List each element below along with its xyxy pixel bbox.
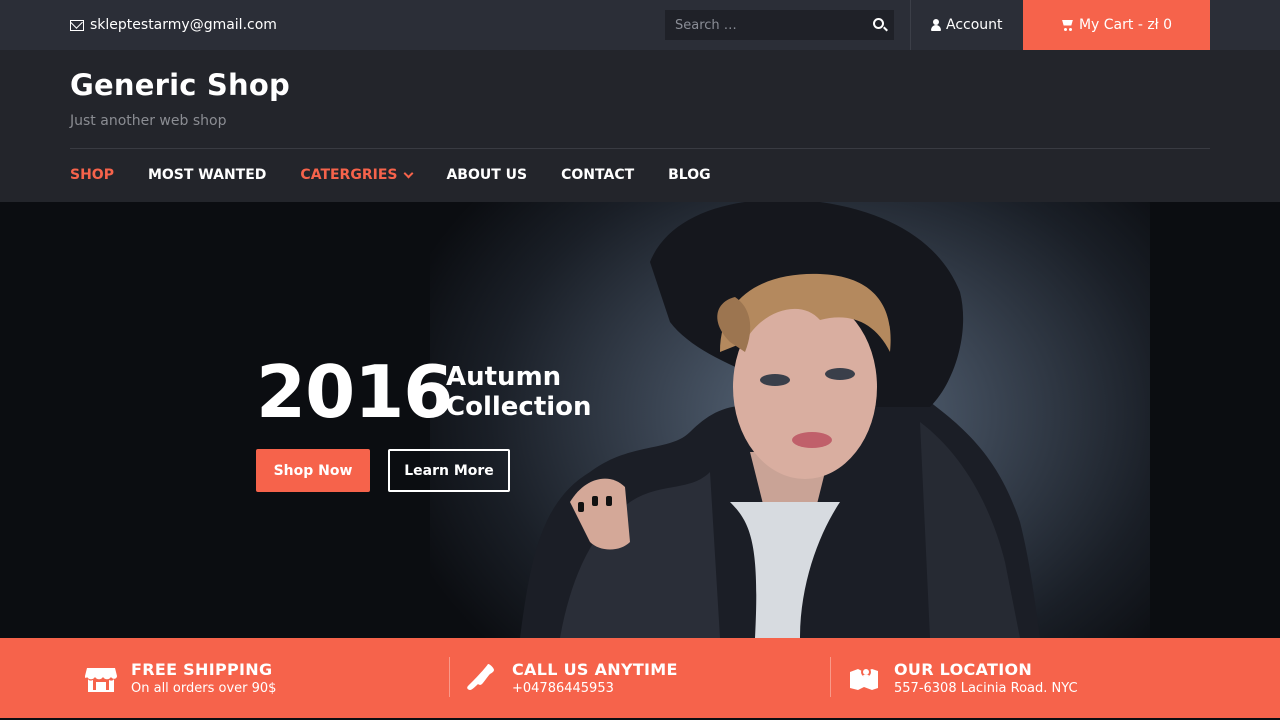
user-icon xyxy=(931,19,941,31)
hero-title-line1: Autumn xyxy=(446,362,562,392)
email-contact[interactable]: skleptestarmy@gmail.com xyxy=(70,0,277,50)
search-input[interactable] xyxy=(665,17,860,33)
feature-free-shipping: FREE SHIPPING On all orders over 90$ xyxy=(85,638,276,718)
nav-item-blog[interactable]: BLOG xyxy=(668,167,711,183)
chevron-down-icon xyxy=(404,168,414,178)
account-label: Account xyxy=(946,17,1003,33)
feature-subtitle: On all orders over 90$ xyxy=(131,681,277,696)
site-title[interactable]: Generic Shop xyxy=(70,68,290,102)
nav-item-most-wanted[interactable]: MOST WANTED xyxy=(148,167,266,183)
phone-icon xyxy=(467,664,494,690)
features-bar: FREE SHIPPING On all orders over 90$ CAL… xyxy=(0,638,1280,718)
email-text: skleptestarmy@gmail.com xyxy=(90,17,277,33)
site-header: Generic Shop Just another web shop SHOP … xyxy=(0,50,1280,202)
feature-title: OUR LOCATION xyxy=(894,660,1033,679)
map-icon xyxy=(850,667,878,690)
feature-subtitle: +04786445953 xyxy=(512,681,614,696)
account-link[interactable]: Account xyxy=(931,0,1003,50)
nav-item-about-us[interactable]: ABOUT US xyxy=(446,167,527,183)
hero-year: 2016 xyxy=(256,350,453,434)
shop-now-button[interactable]: Shop Now xyxy=(256,449,370,492)
learn-more-button[interactable]: Learn More xyxy=(388,449,510,492)
feature-call-us: CALL US ANYTIME +04786445953 xyxy=(466,638,678,718)
search-icon[interactable] xyxy=(873,18,884,29)
nav-item-categories-label: CATERGRIES xyxy=(300,167,398,183)
feature-divider xyxy=(449,657,450,697)
cart-label: My Cart - zł 0 xyxy=(1078,17,1173,33)
feature-divider xyxy=(830,657,831,697)
top-bar: skleptestarmy@gmail.com Account My Cart … xyxy=(0,0,1280,50)
feature-subtitle: 557-6308 Lacinia Road. NYC xyxy=(894,681,1078,696)
main-nav: SHOP MOST WANTED CATERGRIES ABOUT US CON… xyxy=(70,149,745,201)
hero-banner: 2016 Autumn Collection Shop Now Learn Mo… xyxy=(0,202,1280,638)
envelope-icon xyxy=(70,19,84,31)
topbar-divider xyxy=(910,0,911,50)
nav-item-categories[interactable]: CATERGRIES xyxy=(300,167,414,183)
search-box xyxy=(665,10,894,40)
feature-title: CALL US ANYTIME xyxy=(512,660,678,679)
hero-title-line2: Collection xyxy=(446,392,592,422)
nav-item-contact[interactable]: CONTACT xyxy=(561,167,634,183)
store-icon xyxy=(85,668,117,692)
site-tagline: Just another web shop xyxy=(70,113,227,129)
hero-collection-title: Autumn Collection xyxy=(446,362,592,422)
feature-location: OUR LOCATION 557-6308 Lacinia Road. NYC xyxy=(848,638,1078,718)
nav-item-shop[interactable]: SHOP xyxy=(70,167,114,183)
cart-icon xyxy=(1061,20,1074,31)
feature-title: FREE SHIPPING xyxy=(131,660,273,679)
cart-button[interactable]: My Cart - zł 0 xyxy=(1023,0,1210,50)
